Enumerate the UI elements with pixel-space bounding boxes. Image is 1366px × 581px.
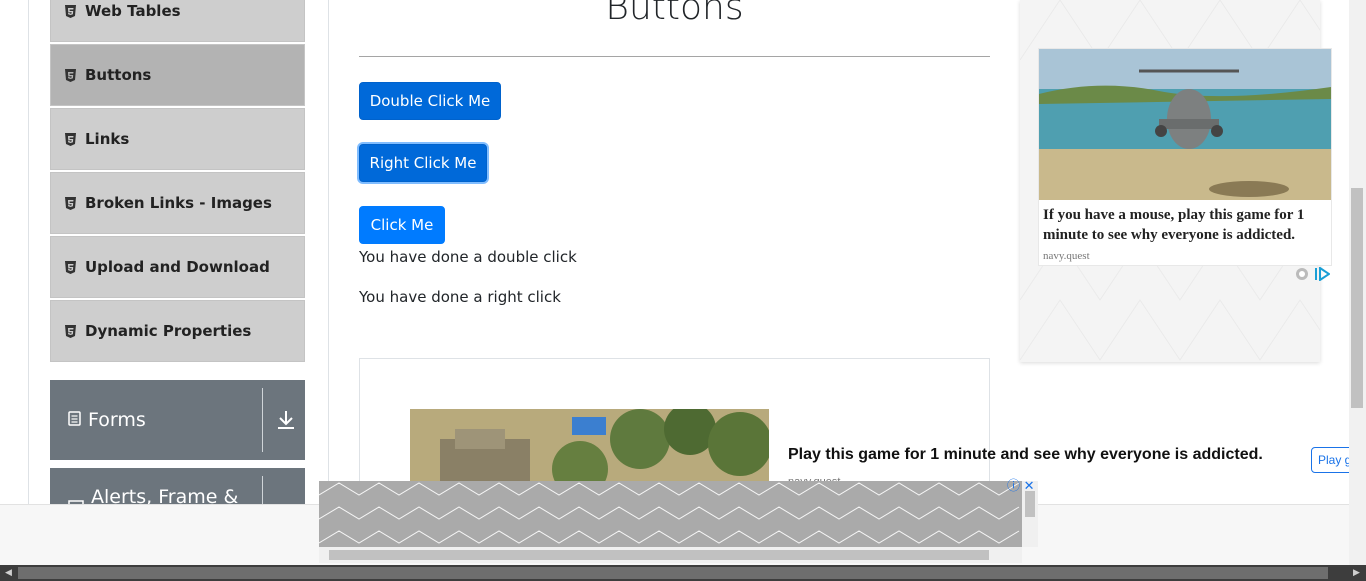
sidebar-item-dynamic-properties[interactable]: Dynamic Properties (50, 300, 305, 362)
sidebar-item-upload-download[interactable]: Upload and Download (50, 236, 305, 298)
sidebar-item-buttons[interactable]: Buttons (50, 44, 305, 106)
html5-icon (65, 324, 76, 338)
ad-headline[interactable]: Play this game for 1 minute and see why … (788, 446, 1263, 464)
group-header-label: Forms (88, 409, 146, 431)
right-ad-source: navy.quest (1043, 250, 1090, 262)
sidebar-item-label: Links (85, 130, 130, 148)
right-ad-text[interactable]: If you have a mouse, play this game for … (1043, 205, 1329, 245)
right-ad-image[interactable] (1039, 49, 1331, 200)
page-vertical-scroll-thumb[interactable] (1351, 188, 1363, 408)
group-header-forms[interactable]: Forms (50, 380, 305, 460)
scroll-left-icon[interactable]: ◀ (5, 567, 12, 578)
page-title: Buttons (605, 0, 744, 28)
sidebar-item-links[interactable]: Links (50, 108, 305, 170)
html5-icon (65, 68, 76, 82)
html5-icon (65, 132, 76, 146)
right-click-button[interactable]: Right Click Me (359, 144, 487, 182)
banner-horizontal-scroll-thumb[interactable] (329, 550, 989, 560)
sidebar-item-label: Broken Links - Images (85, 194, 272, 212)
html5-icon (65, 260, 76, 274)
scroll-right-icon[interactable]: ▶ (1353, 567, 1360, 578)
page-left-border (28, 0, 29, 505)
document-icon (68, 409, 81, 431)
html5-icon (65, 4, 76, 18)
download-arrow-icon[interactable] (276, 408, 296, 435)
sidebar-item-label: Web Tables (85, 2, 181, 20)
sidebar-item-label: Dynamic Properties (85, 322, 252, 340)
double-click-button[interactable]: Double Click Me (359, 82, 501, 120)
html5-icon (65, 196, 76, 210)
banner-vertical-scroll-thumb[interactable] (1025, 491, 1035, 517)
group-header-divider (262, 388, 263, 452)
adchoices-icon[interactable] (1314, 266, 1331, 286)
sidebar-right-border (328, 0, 329, 505)
sidebar-item-label: Buttons (85, 66, 152, 84)
banner-ad-image[interactable] (319, 481, 1022, 547)
sidebar-item-label: Upload and Download (85, 258, 270, 276)
ad-privacy-icon[interactable] (1294, 267, 1310, 286)
page-horizontal-scroll-thumb[interactable] (18, 567, 1328, 579)
banner-close-icon[interactable]: ⓘ ✕ (1007, 475, 1035, 494)
title-divider (359, 56, 990, 57)
click-me-button[interactable]: Click Me (359, 206, 445, 244)
bottom-banner-ad[interactable]: ⓘ ✕ (319, 478, 1038, 564)
sidebar-item-web-tables[interactable]: Web Tables (50, 0, 305, 42)
double-click-message: You have done a double click (359, 248, 577, 266)
right-click-message: You have done a right click (359, 288, 561, 306)
sidebar-item-broken-links[interactable]: Broken Links - Images (50, 172, 305, 234)
